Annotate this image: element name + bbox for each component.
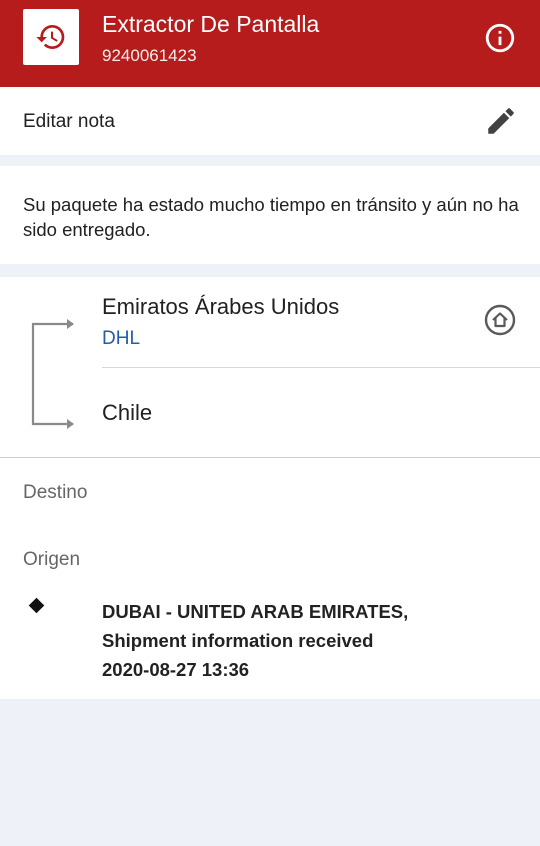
info-button[interactable] bbox=[483, 21, 517, 55]
info-icon bbox=[485, 23, 515, 53]
section-divider bbox=[0, 457, 540, 458]
route-divider bbox=[102, 367, 540, 368]
page-title: Extractor De Pantalla bbox=[102, 11, 320, 37]
status-card: Su paquete ha estado mucho tiempo en trá… bbox=[0, 166, 540, 264]
destination-country: Chile bbox=[102, 400, 153, 425]
app-logo[interactable] bbox=[23, 9, 79, 65]
shipment-card: Emiratos Árabes Unidos DHL Chile Destino… bbox=[0, 277, 540, 699]
route-connector-icon bbox=[31, 319, 74, 429]
edit-note-button[interactable] bbox=[484, 104, 518, 138]
tracking-number: 9240061423 bbox=[102, 46, 197, 65]
destination-section-label: Destino bbox=[23, 482, 88, 503]
tracking-event: DUBAI - UNITED ARAB EMIRATES, Shipment i… bbox=[102, 597, 522, 684]
event-datetime: 2020-08-27 13:36 bbox=[102, 659, 250, 680]
pencil-icon bbox=[488, 108, 514, 134]
event-bullet-icon bbox=[28, 597, 45, 614]
home-button[interactable] bbox=[483, 303, 517, 337]
home-icon bbox=[484, 304, 516, 336]
event-location: DUBAI - UNITED ARAB EMIRATES, bbox=[102, 601, 409, 622]
app-header: Extractor De Pantalla 9240061423 bbox=[0, 0, 540, 87]
edit-note-label: Editar nota bbox=[23, 111, 115, 132]
origin-country: Emiratos Árabes Unidos bbox=[102, 294, 340, 319]
status-message: Su paquete ha estado mucho tiempo en trá… bbox=[23, 194, 519, 240]
edit-note-row[interactable]: Editar nota bbox=[0, 87, 540, 155]
origin-section-label: Origen bbox=[23, 549, 81, 570]
carrier-name[interactable]: DHL bbox=[102, 328, 140, 350]
history-icon bbox=[36, 25, 65, 50]
event-description: Shipment information received bbox=[102, 630, 374, 651]
